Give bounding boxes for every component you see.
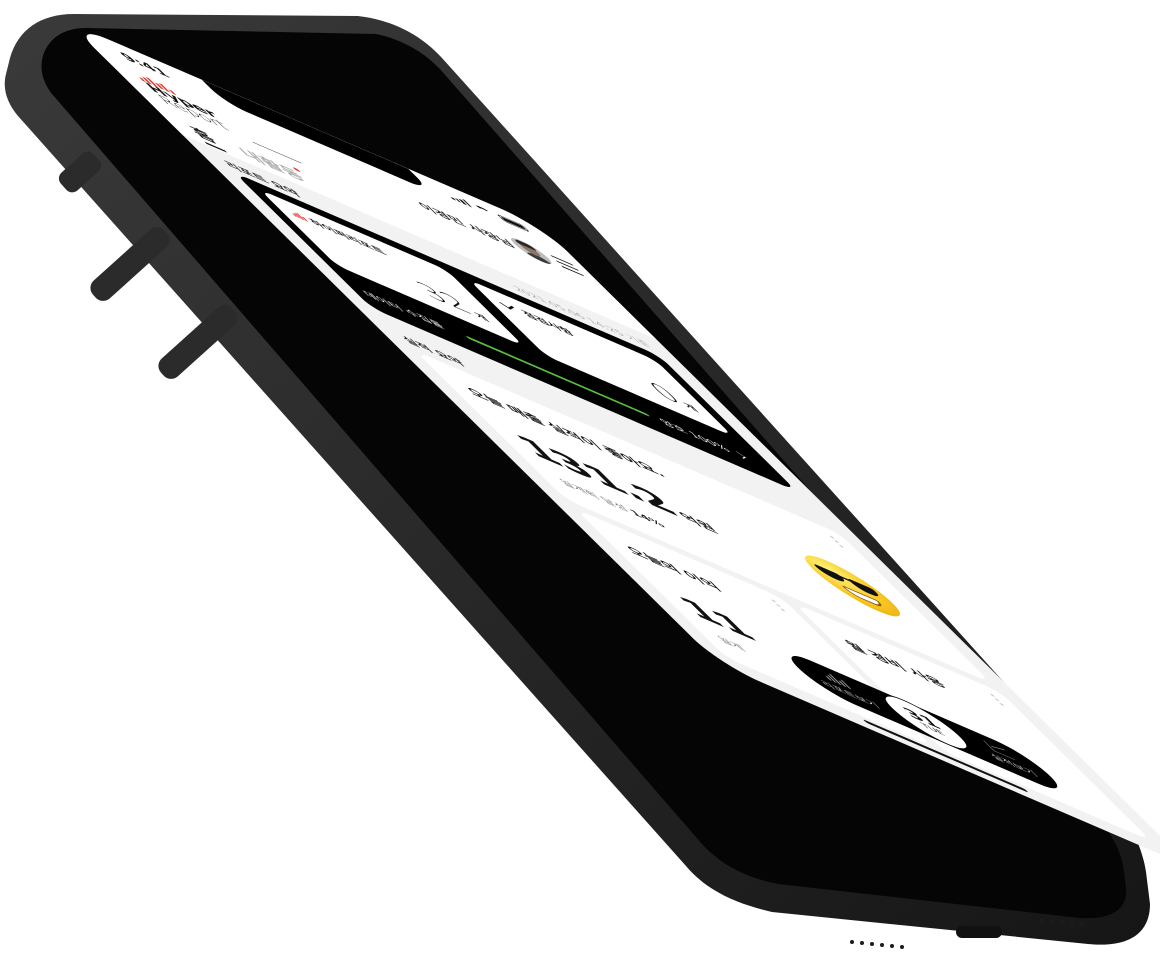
more-options-icon[interactable] bbox=[829, 535, 845, 549]
data-collection-status: 양호 100% bbox=[656, 416, 734, 456]
more-options-icon[interactable] bbox=[770, 598, 787, 613]
chevron-right-icon bbox=[733, 450, 746, 459]
sales-unit: 억원 bbox=[674, 508, 723, 538]
hyper-report-label: 하이퍼리포트 bbox=[306, 216, 390, 258]
device-mockup: 9:41 Hyper Report 이경민 사장님 홈 내활동 리포트 요약 2… bbox=[0, 0, 1160, 976]
more-options-icon[interactable] bbox=[989, 693, 1006, 707]
check-icon bbox=[498, 299, 514, 310]
inspection-count: 0 bbox=[640, 375, 691, 413]
